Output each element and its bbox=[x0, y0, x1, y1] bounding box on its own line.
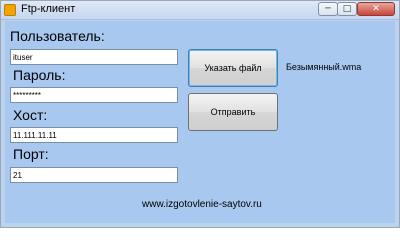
window-title: Ftp-клиент bbox=[21, 3, 76, 15]
website-link: www.izgotovlenie-saytov.ru bbox=[142, 199, 262, 210]
send-button[interactable]: Отправить bbox=[188, 93, 278, 131]
maximize-button[interactable]: □ bbox=[337, 2, 357, 16]
host-label: Хост: bbox=[13, 107, 48, 123]
minimize-button[interactable]: ─ bbox=[318, 2, 338, 16]
selected-file-name: Безымянный.wma bbox=[286, 62, 362, 72]
password-label: Пароль: bbox=[13, 67, 66, 83]
port-field[interactable] bbox=[10, 167, 178, 183]
host-field[interactable] bbox=[10, 127, 178, 143]
ftp-client-window: Ftp-клиент ─ □ ✕ Пользователь: Пароль: Х… bbox=[0, 0, 400, 228]
app-icon bbox=[4, 4, 16, 16]
password-field[interactable] bbox=[10, 87, 178, 103]
user-label: Пользователь: bbox=[10, 28, 105, 44]
title-bar[interactable]: Ftp-клиент ─ □ ✕ bbox=[1, 1, 399, 20]
choose-file-button[interactable]: Указать файл bbox=[188, 49, 278, 87]
client-area: Пользователь: Пароль: Хост: Порт: Указат… bbox=[5, 21, 395, 223]
port-label: Порт: bbox=[13, 146, 49, 162]
user-field[interactable] bbox=[10, 49, 178, 65]
close-button[interactable]: ✕ bbox=[357, 2, 395, 16]
